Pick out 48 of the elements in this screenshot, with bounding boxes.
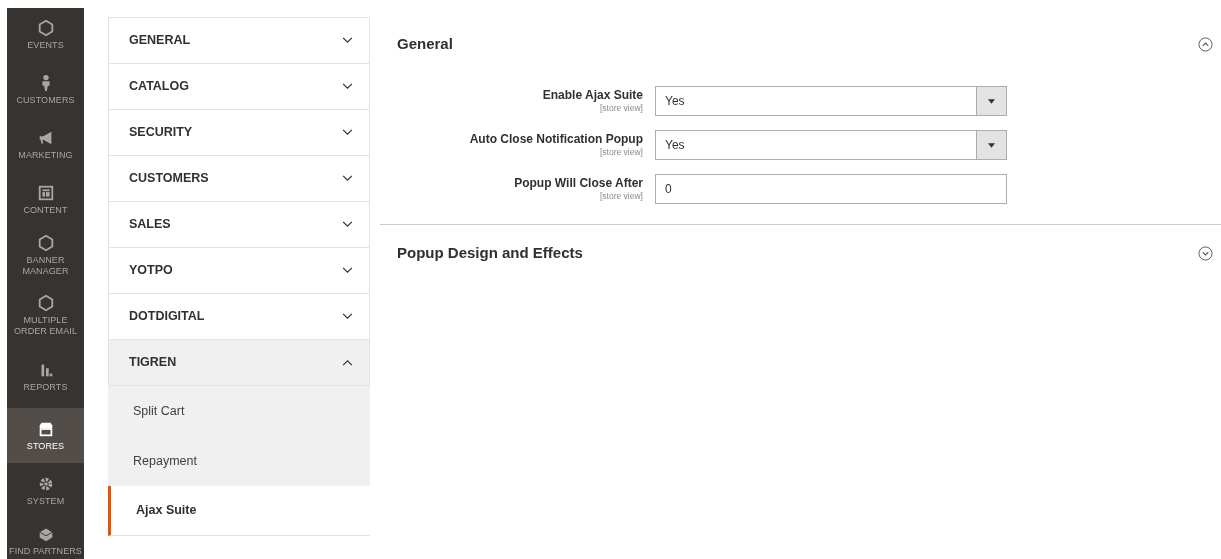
chevron-down-icon bbox=[342, 129, 353, 136]
nav-item[interactable]: STORES bbox=[7, 408, 84, 463]
nav-item[interactable]: MARKETING bbox=[7, 117, 84, 172]
dropdown-arrow-icon bbox=[988, 98, 995, 104]
config-subitem[interactable]: Ajax Suite bbox=[108, 486, 370, 536]
config-tab[interactable]: CATALOG bbox=[108, 63, 370, 110]
config-tab[interactable]: SALES bbox=[108, 201, 370, 248]
chevron-down-icon bbox=[342, 83, 353, 90]
scope-label: [store view] bbox=[600, 103, 643, 114]
expand-icon[interactable] bbox=[1198, 245, 1213, 261]
hexagon-icon bbox=[36, 234, 55, 252]
config-tab[interactable]: GENERAL bbox=[108, 17, 370, 64]
config-tab[interactable]: CUSTOMERS bbox=[108, 155, 370, 202]
hexagon-icon bbox=[36, 293, 55, 312]
nav-item[interactable]: BANNER MANAGER bbox=[7, 227, 84, 284]
field-label: Enable Ajax Suite bbox=[542, 88, 643, 103]
config-tab[interactable]: YOTPO bbox=[108, 247, 370, 294]
config-tab[interactable]: TIGREN bbox=[108, 339, 370, 386]
scope-label: [store view] bbox=[600, 147, 643, 158]
section-header[interactable]: General bbox=[380, 18, 1221, 70]
nav-item[interactable]: CONTENT bbox=[7, 172, 84, 227]
section-header[interactable]: Popup Design and Effects bbox=[380, 225, 1221, 281]
config-tab[interactable]: DOTDIGITAL bbox=[108, 293, 370, 340]
nav-item[interactable]: SYSTEM bbox=[7, 463, 84, 518]
config-subitem[interactable]: Repayment bbox=[108, 436, 370, 486]
field-label: Popup Will Close After bbox=[514, 176, 643, 191]
chevron-down-icon bbox=[342, 313, 353, 320]
nav-item[interactable]: FIND PARTNERS bbox=[7, 518, 84, 559]
select-field[interactable]: Yes bbox=[655, 86, 1007, 116]
select-field[interactable]: Yes bbox=[655, 130, 1007, 160]
layout-icon bbox=[36, 183, 55, 202]
dropdown-arrow-icon bbox=[988, 142, 995, 148]
chevron-down-icon bbox=[342, 267, 353, 274]
input-field[interactable]: 0 bbox=[655, 174, 1007, 204]
nav-item[interactable]: EVENTS bbox=[7, 8, 84, 62]
chevron-up-icon bbox=[342, 359, 353, 366]
scope-label: [store view] bbox=[600, 191, 643, 202]
chevron-down-icon bbox=[342, 37, 353, 44]
nav-item[interactable]: REPORTS bbox=[7, 346, 84, 408]
hexagon-icon bbox=[36, 19, 55, 37]
collapse-icon[interactable] bbox=[1198, 36, 1213, 52]
config-subitem[interactable]: Split Cart bbox=[108, 386, 370, 436]
config-tab[interactable]: SECURITY bbox=[108, 109, 370, 156]
chevron-down-icon bbox=[342, 221, 353, 228]
nav-item[interactable]: CUSTOMERS bbox=[7, 62, 84, 117]
field-label: Auto Close Notification Popup bbox=[469, 132, 643, 147]
chevron-down-icon bbox=[342, 175, 353, 182]
nav-item[interactable]: MULTIPLE ORDER EMAIL bbox=[7, 284, 84, 346]
